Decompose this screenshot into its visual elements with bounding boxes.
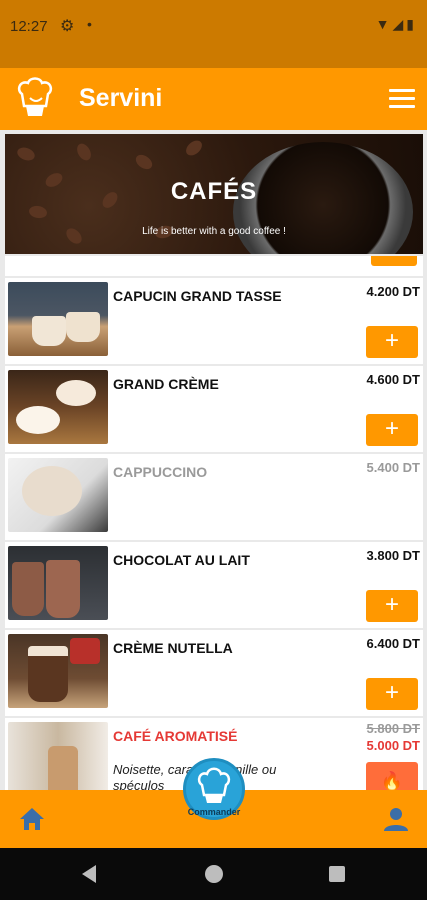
dot-icon: • [87,16,92,32]
product-row[interactable]: CRÈME NUTELLA 6.400 DT + [5,630,423,716]
banner-title: CAFÉS [170,178,258,205]
product-name: CAPPUCCINO [113,464,208,480]
product-price: 6.400 DT [366,636,420,651]
add-to-cart-button[interactable]: + [366,326,418,358]
product-old-price: 5.800 DT [366,721,420,736]
product-name: CAFÉ AROMATISÉ [113,728,238,744]
fab-label: Commander [187,807,241,817]
product-list[interactable]: CAPUCIN GRAND TASSE 4.200 DT + GRAND CRÈ… [5,256,423,790]
product-name: CRÈME NUTELLA [113,640,233,656]
product-name: CHOCOLAT AU LAIT [113,552,250,568]
signal-icon: ◢ [392,16,407,32]
product-row[interactable]: GRAND CRÈME 4.600 DT + [5,366,423,452]
product-image [8,722,108,790]
order-fab-button[interactable]: Commander [183,758,245,820]
wifi-icon: ▼ [375,16,393,32]
product-image [8,370,108,444]
product-row-unavailable: CAPPUCCINO 5.400 DT [5,454,423,540]
banner-subtitle: Life is better with a good coffee ! [142,226,286,237]
status-time: 12:27 [10,18,48,35]
product-price: 3.800 DT [366,548,420,563]
add-to-cart-button[interactable]: + [366,590,418,622]
product-row[interactable]: CHOCOLAT AU LAIT 3.800 DT + [5,542,423,628]
product-name: CAPUCIN GRAND TASSE [113,288,282,304]
back-icon[interactable] [82,865,96,883]
hamburger-menu-icon[interactable] [389,89,415,109]
product-row[interactable]: CAPUCIN GRAND TASSE 4.200 DT + [5,278,423,364]
product-image [8,282,108,356]
product-image [8,458,108,532]
fire-icon[interactable]: 🔥 [366,762,418,790]
status-system-icons: ▼◢▮ [376,16,417,33]
gear-icon: ⚙ [60,18,75,35]
add-to-cart-button[interactable]: + [366,414,418,446]
list-item-partial [5,256,423,276]
product-price: 5.400 DT [366,460,420,475]
product-promo-price: 5.000 DT [366,738,420,753]
chef-hat-logo-icon [17,77,53,116]
battery-icon: ▮ [406,16,417,32]
recent-apps-icon[interactable] [329,866,345,882]
product-price: 4.200 DT [366,284,420,299]
add-button-partial[interactable] [371,256,417,266]
status-bar: 12:27 ⚙ • ▼◢▮ [0,0,427,68]
product-image [8,634,108,708]
app-bar: Servini [0,68,427,130]
product-price: 4.600 DT [366,372,420,387]
home-circle-icon[interactable] [205,865,223,883]
app-title: Servini [79,84,163,112]
person-icon[interactable] [383,806,409,832]
category-banner: CAFÉS Life is better with a good coffee … [5,134,423,254]
system-navigation-bar [0,848,427,900]
home-icon[interactable] [18,806,46,832]
add-to-cart-button[interactable]: + [366,678,418,710]
product-name: GRAND CRÈME [113,376,219,392]
product-image [8,546,108,620]
